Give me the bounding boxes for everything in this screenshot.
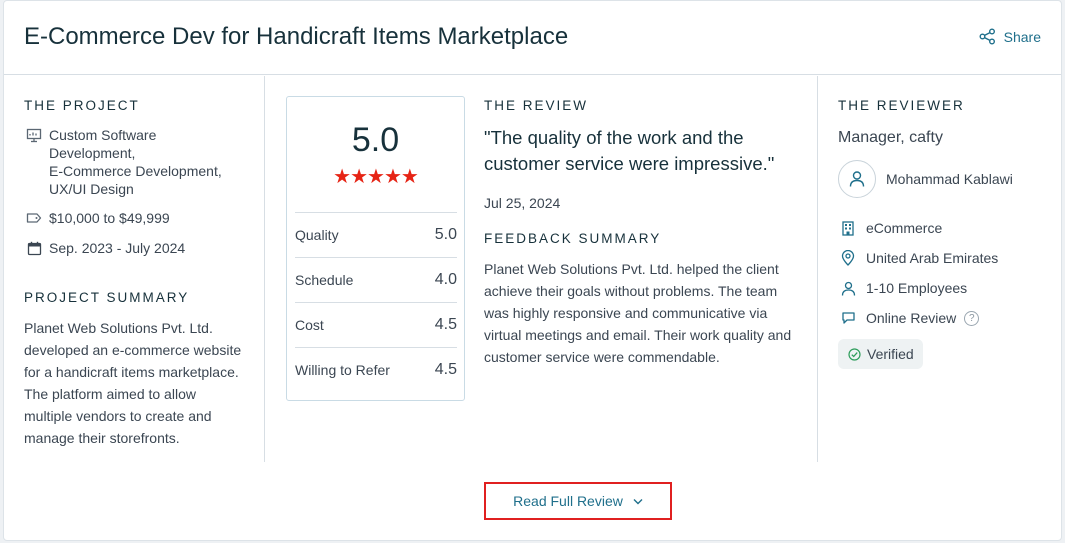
review-title: E-Commerce Dev for Handicraft Items Mark… [24,23,569,50]
feedback-line: achieve their goals without problems. Th… [484,283,778,299]
overall-rating: 5.0 [351,121,400,159]
rating-row-refer: Willing to Refer 4.5 [295,347,457,392]
reviewer-section-label: THE REVIEWER [838,98,965,113]
person-icon [838,279,858,297]
project-summary-label: PROJECT SUMMARY [24,290,190,305]
feedback-line: Planet Web Solutions Pvt. Ltd. helped th… [484,261,779,277]
reviewer-name: Mohammad Kablawi [886,171,1013,187]
feedback-line: virtual meetings and email. Their work q… [484,327,792,343]
calendar-icon [24,239,44,257]
summary-line: developed an e-commerce website [24,342,242,358]
rating-value: 5.0 [434,226,457,243]
building-icon [838,219,858,237]
service-line: UX/UI Design [49,181,134,197]
service-line: Custom Software [49,127,157,143]
rating-row-cost: Cost 4.5 [295,302,457,347]
price-tag-icon [24,209,44,227]
avatar [838,160,876,198]
read-full-review-button[interactable]: Read Full Review [484,482,672,520]
rating-box: 5.0 ★★★★★ Quality 5.0 Schedule 4.0 Cost … [286,96,465,401]
company-size-text: 1-10 Employees [866,280,968,296]
review-quote: "The quality of the work and the custome… [484,125,784,177]
review-section-label: THE REVIEW [484,98,589,113]
reviewer-column: THE REVIEWER Manager, cafty Mohammad Kab… [817,76,1061,462]
budget-text: $10,000 to $49,999 [49,210,170,226]
rating-value: 4.5 [434,316,457,333]
feedback-line: was highly responsive and communicative … [484,305,768,321]
service-line: E-Commerce Development, [49,163,222,179]
project-column: THE PROJECT Custom Software Development,… [4,76,265,462]
share-button[interactable]: Share [979,28,1041,45]
reviewer-industry: eCommerce [838,219,942,237]
rating-label: Cost [295,317,324,333]
share-icon [979,28,995,45]
reviewer-location: United Arab Emirates [838,249,998,267]
summary-line: The platform aimed to allow [24,386,196,402]
share-label: Share [1003,28,1041,45]
review-date: Jul 25, 2024 [484,195,561,211]
feedback-line: customer service were commendable. [484,349,720,365]
user-icon [849,171,865,187]
project-budget: $10,000 to $49,999 [24,209,170,227]
reviewer-identity: Mohammad Kablawi [838,160,1013,198]
dates-text: Sep. 2023 - July 2024 [49,240,186,256]
chat-bubble-icon [838,309,858,327]
feedback-summary-text: Planet Web Solutions Pvt. Ltd. helped th… [484,258,804,368]
services-text: Custom Software Development, E-Commerce … [49,126,222,198]
rating-value: 4.0 [434,271,457,288]
read-full-review-label: Read Full Review [513,493,623,509]
project-summary-text: Planet Web Solutions Pvt. Ltd. developed… [24,317,249,449]
project-services: Custom Software Development, E-Commerce … [24,126,222,198]
star-rating: ★★★★★ [333,166,419,188]
reviewer-review-type: Online Review ? [838,309,980,327]
reviewer-title: Manager, cafty [838,129,943,146]
presentation-icon [24,126,44,144]
location-text: United Arab Emirates [866,250,999,266]
check-circle-icon [848,347,861,361]
project-section-label: THE PROJECT [24,98,140,113]
review-header: E-Commerce Dev for Handicraft Items Mark… [4,1,1061,75]
rating-label: Quality [295,227,339,243]
quote-line: "The quality of the work and the [484,127,744,148]
verified-badge: Verified [838,339,923,369]
project-dates: Sep. 2023 - July 2024 [24,239,185,257]
rating-row-schedule: Schedule 4.0 [295,257,457,302]
review-card: E-Commerce Dev for Handicraft Items Mark… [3,0,1062,541]
summary-line: for a handicraft items marketplace. [24,364,239,380]
reviewer-company-size: 1-10 Employees [838,279,967,297]
rating-value: 4.5 [434,361,457,378]
rating-label: Willing to Refer [295,362,390,378]
review-column: 5.0 ★★★★★ Quality 5.0 Schedule 4.0 Cost … [266,76,817,462]
verified-label: Verified [867,346,914,362]
service-line: Development, [49,145,136,161]
feedback-summary-label: FEEDBACK SUMMARY [484,231,662,246]
summary-line: Planet Web Solutions Pvt. Ltd. [24,320,213,336]
review-type-text: Online Review [866,310,957,326]
summary-line: manage their storefronts. [24,430,180,446]
summary-line: multiple vendors to create and [24,408,212,424]
rating-row-quality: Quality 5.0 [295,212,457,257]
industry-text: eCommerce [866,220,943,236]
quote-line: customer service were impressive." [484,153,775,174]
location-pin-icon [838,249,858,267]
chevron-down-icon [633,498,643,504]
rating-label: Schedule [295,272,354,288]
help-icon[interactable]: ? [964,310,980,326]
